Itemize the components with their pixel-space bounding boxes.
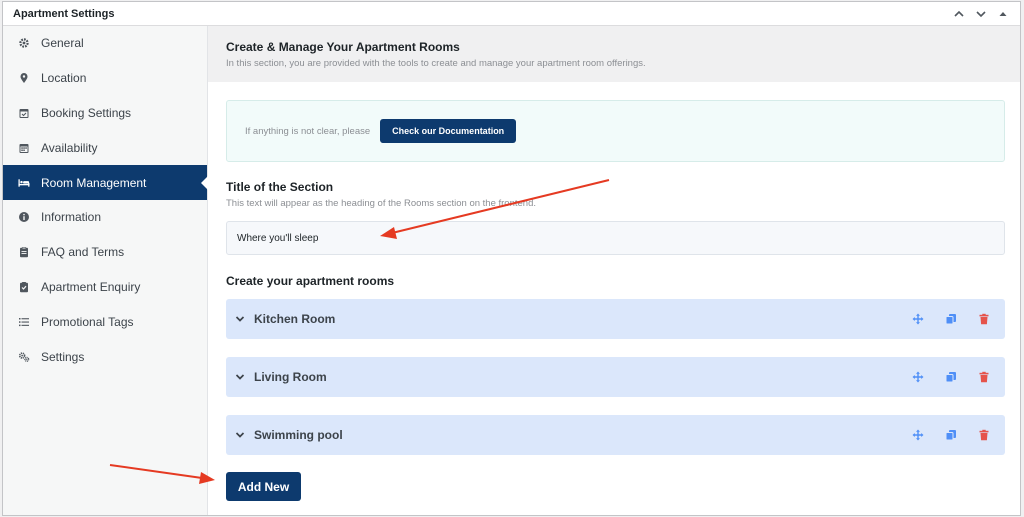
chevron-up-icon[interactable] bbox=[952, 7, 966, 21]
sidebar-item-information[interactable]: Information bbox=[3, 200, 207, 235]
gears-icon bbox=[18, 351, 30, 363]
sidebar-item-label: Settings bbox=[41, 349, 85, 364]
sidebar-item-promotional-tags[interactable]: Promotional Tags bbox=[3, 304, 207, 339]
settings-sidebar: General Location Booking Settings Availa… bbox=[3, 26, 208, 515]
sidebar-item-label: FAQ and Terms bbox=[41, 245, 125, 260]
sidebar-item-apartment-enquiry[interactable]: Apartment Enquiry bbox=[3, 270, 207, 305]
room-name: Kitchen Room bbox=[254, 312, 336, 326]
room-row-kitchen[interactable]: Kitchen Room bbox=[226, 299, 1005, 339]
duplicate-icon[interactable] bbox=[944, 370, 958, 384]
calendar-check-icon bbox=[18, 107, 30, 119]
sidebar-item-location[interactable]: Location bbox=[3, 61, 207, 96]
room-name: Living Room bbox=[254, 370, 327, 384]
collapse-triangle-icon[interactable] bbox=[996, 7, 1010, 21]
list-icon bbox=[18, 316, 30, 328]
section-header: Create & Manage Your Apartment Rooms In … bbox=[208, 26, 1020, 82]
sidebar-item-label: Information bbox=[41, 210, 102, 225]
documentation-button[interactable]: Check our Documentation bbox=[380, 119, 517, 143]
main-content: Create & Manage Your Apartment Rooms In … bbox=[208, 26, 1020, 515]
room-row-swimming-pool[interactable]: Swimming pool bbox=[226, 415, 1005, 455]
page-subtitle: In this section, you are provided with t… bbox=[226, 58, 646, 69]
section-title-input[interactable] bbox=[226, 221, 1005, 255]
sidebar-item-label: Apartment Enquiry bbox=[41, 279, 141, 294]
trash-icon[interactable] bbox=[977, 312, 991, 326]
duplicate-icon[interactable] bbox=[944, 312, 958, 326]
sidebar-item-general[interactable]: General bbox=[3, 26, 207, 61]
room-row-living[interactable]: Living Room bbox=[226, 357, 1005, 397]
documentation-notice: If anything is not clear, please Check o… bbox=[226, 100, 1005, 162]
apartment-settings-panel: Apartment Settings General Location Book… bbox=[2, 1, 1021, 516]
panel-header: Apartment Settings bbox=[3, 2, 1020, 26]
chevron-down-icon[interactable] bbox=[234, 371, 246, 383]
map-pin-icon bbox=[18, 72, 30, 84]
trash-icon[interactable] bbox=[977, 370, 991, 384]
section-title-description: This text will appear as the heading of … bbox=[226, 198, 536, 209]
move-icon[interactable] bbox=[911, 312, 925, 326]
page-title: Create & Manage Your Apartment Rooms bbox=[226, 40, 460, 54]
chevron-down-icon[interactable] bbox=[234, 429, 246, 441]
sidebar-item-faq-and-terms[interactable]: FAQ and Terms bbox=[3, 235, 207, 270]
rooms-label: Create your apartment rooms bbox=[226, 274, 395, 288]
sidebar-item-label: Room Management bbox=[41, 175, 147, 190]
sidebar-item-settings[interactable]: Settings bbox=[3, 339, 207, 374]
sidebar-item-label: Booking Settings bbox=[41, 105, 132, 120]
bed-icon bbox=[18, 177, 30, 189]
sidebar-item-availability[interactable]: Availability bbox=[3, 130, 207, 165]
room-name: Swimming pool bbox=[254, 428, 343, 442]
clipboard-check-icon bbox=[18, 281, 30, 293]
trash-icon[interactable] bbox=[977, 428, 991, 442]
sidebar-item-label: Promotional Tags bbox=[41, 314, 134, 329]
chevron-down-icon[interactable] bbox=[974, 7, 988, 21]
documentation-notice-text: If anything is not clear, please bbox=[245, 125, 371, 137]
gear-icon bbox=[18, 37, 30, 49]
info-icon bbox=[18, 211, 30, 223]
section-title-label: Title of the Section bbox=[226, 180, 334, 194]
move-icon[interactable] bbox=[911, 370, 925, 384]
sidebar-item-label: Availability bbox=[41, 140, 98, 155]
sidebar-item-label: Location bbox=[41, 71, 87, 86]
calendar-icon bbox=[18, 142, 30, 154]
panel-title: Apartment Settings bbox=[13, 7, 115, 20]
duplicate-icon[interactable] bbox=[944, 428, 958, 442]
chevron-down-icon[interactable] bbox=[234, 313, 246, 325]
add-new-button[interactable]: Add New bbox=[226, 472, 301, 501]
clipboard-icon bbox=[18, 246, 30, 258]
sidebar-item-booking-settings[interactable]: Booking Settings bbox=[3, 96, 207, 131]
move-icon[interactable] bbox=[911, 428, 925, 442]
sidebar-item-room-management[interactable]: Room Management bbox=[3, 165, 207, 200]
sidebar-item-label: General bbox=[41, 36, 84, 51]
